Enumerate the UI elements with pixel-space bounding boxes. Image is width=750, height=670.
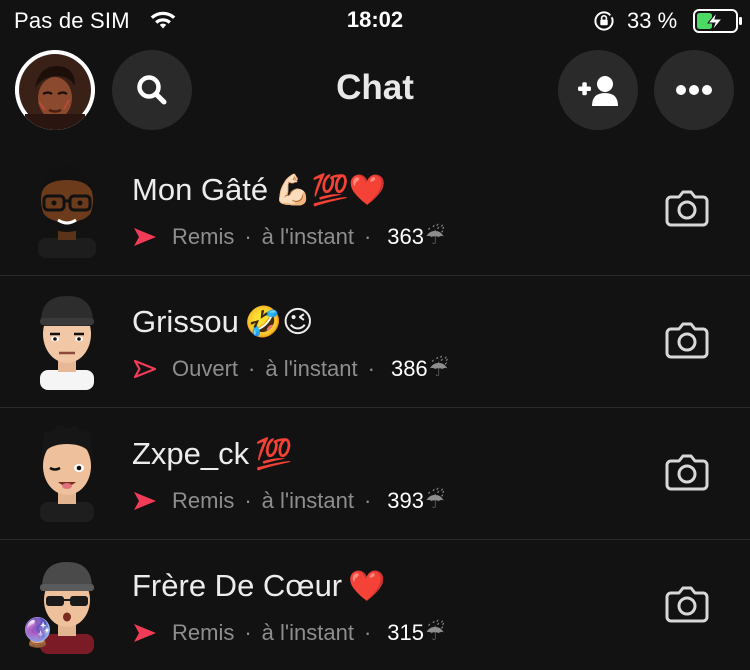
chat-time: à l'instant bbox=[261, 488, 354, 513]
camera-icon[interactable] bbox=[664, 584, 710, 624]
battery-charging-icon bbox=[693, 9, 742, 33]
chat-name: Mon Gâté 💪🏻💯❤️ bbox=[132, 172, 386, 208]
chat-row[interactable]: Zxpe_ck 💯 Remis · à l'instant · 393 ☔ bbox=[0, 408, 750, 540]
separator-dot: · bbox=[248, 356, 256, 381]
more-options-button[interactable] bbox=[654, 50, 734, 130]
chat-name-emoji: 🤣😉 bbox=[244, 305, 314, 340]
chat-meta: Remis · à l'instant · 393 ☔ bbox=[132, 486, 445, 516]
add-friend-button[interactable] bbox=[558, 50, 638, 130]
chat-name: Zxpe_ck 💯 bbox=[132, 436, 293, 472]
streak-count: 386 bbox=[390, 356, 428, 381]
delivered-arrow-icon bbox=[134, 492, 156, 510]
chat-name: Frère De Cœur ❤️ bbox=[132, 568, 386, 604]
chat-status: Remis bbox=[172, 488, 235, 513]
separator-dot: · bbox=[363, 488, 372, 513]
add-friend-icon bbox=[578, 76, 618, 106]
chat-name-emoji: ❤️ bbox=[348, 569, 386, 604]
chat-name-text: Mon Gâté bbox=[132, 172, 269, 207]
chat-row[interactable]: Grissou 🤣😉 Ouvert · à l'instant · 386 ☔ bbox=[0, 276, 750, 408]
streak-count: 363 bbox=[387, 224, 424, 249]
chat-meta: Remis · à l'instant · 315 ☔ bbox=[132, 618, 445, 648]
streak-emoji: ☔ bbox=[424, 620, 445, 645]
chat-name-text: Zxpe_ck bbox=[132, 436, 250, 471]
streak-emoji: ☔ bbox=[424, 488, 445, 513]
separator-dot: · bbox=[363, 224, 372, 249]
chat-status: Remis bbox=[172, 620, 235, 645]
friend-bitmoji bbox=[28, 422, 106, 522]
camera-icon[interactable] bbox=[664, 320, 710, 360]
friend-bitmoji bbox=[28, 158, 106, 258]
delivered-arrow-icon bbox=[134, 228, 156, 246]
orientation-lock-icon bbox=[594, 11, 614, 31]
chat-status: Remis bbox=[172, 224, 235, 249]
opened-arrow-icon bbox=[133, 359, 157, 379]
chat-name-emoji: 💪🏻💯❤️ bbox=[274, 173, 387, 208]
status-bar: Pas de SIM 18:02 33 % bbox=[0, 0, 750, 40]
separator-dot: · bbox=[363, 620, 372, 645]
crystal-ball-badge: 🔮 bbox=[20, 617, 55, 648]
battery-percent: 33 % bbox=[627, 8, 678, 33]
streak-emoji: ☔ bbox=[428, 356, 449, 381]
chat-name-text: Frère De Cœur bbox=[132, 568, 343, 603]
chat-status: Ouvert bbox=[172, 356, 239, 381]
separator-dot: · bbox=[367, 356, 375, 381]
chat-name-text: Grissou bbox=[132, 304, 239, 339]
chat-row[interactable]: 🔮 Frère De Cœur ❤️ Remis · à l'instant · … bbox=[0, 540, 750, 670]
separator-dot: · bbox=[244, 620, 252, 645]
more-icon bbox=[676, 85, 712, 95]
chat-time: à l'instant bbox=[265, 356, 358, 381]
separator-dot: · bbox=[244, 488, 252, 513]
chat-meta: Ouvert · à l'instant · 386 ☔ bbox=[132, 354, 448, 384]
chat-list: Mon Gâté 💪🏻💯❤️ Remis · à l'instant · 363 ☔ bbox=[0, 144, 750, 670]
streak-emoji: ☔ bbox=[424, 224, 445, 249]
friend-bitmoji bbox=[28, 290, 106, 390]
streak-count: 393 bbox=[387, 488, 424, 513]
chat-time: à l'instant bbox=[261, 620, 354, 645]
camera-icon[interactable] bbox=[664, 452, 710, 492]
chat-name-emoji: 💯 bbox=[255, 437, 293, 472]
camera-icon[interactable] bbox=[664, 188, 710, 228]
chat-name: Grissou 🤣😉 bbox=[132, 304, 313, 340]
delivered-arrow-icon bbox=[134, 624, 156, 642]
streak-count: 315 bbox=[387, 620, 424, 645]
chat-row[interactable]: Mon Gâté 💪🏻💯❤️ Remis · à l'instant · 363 ☔ bbox=[0, 144, 750, 276]
chat-meta: Remis · à l'instant · 363 ☔ bbox=[132, 222, 445, 252]
header: Chat bbox=[0, 48, 750, 134]
separator-dot: · bbox=[244, 224, 252, 249]
chat-time: à l'instant bbox=[261, 224, 354, 249]
